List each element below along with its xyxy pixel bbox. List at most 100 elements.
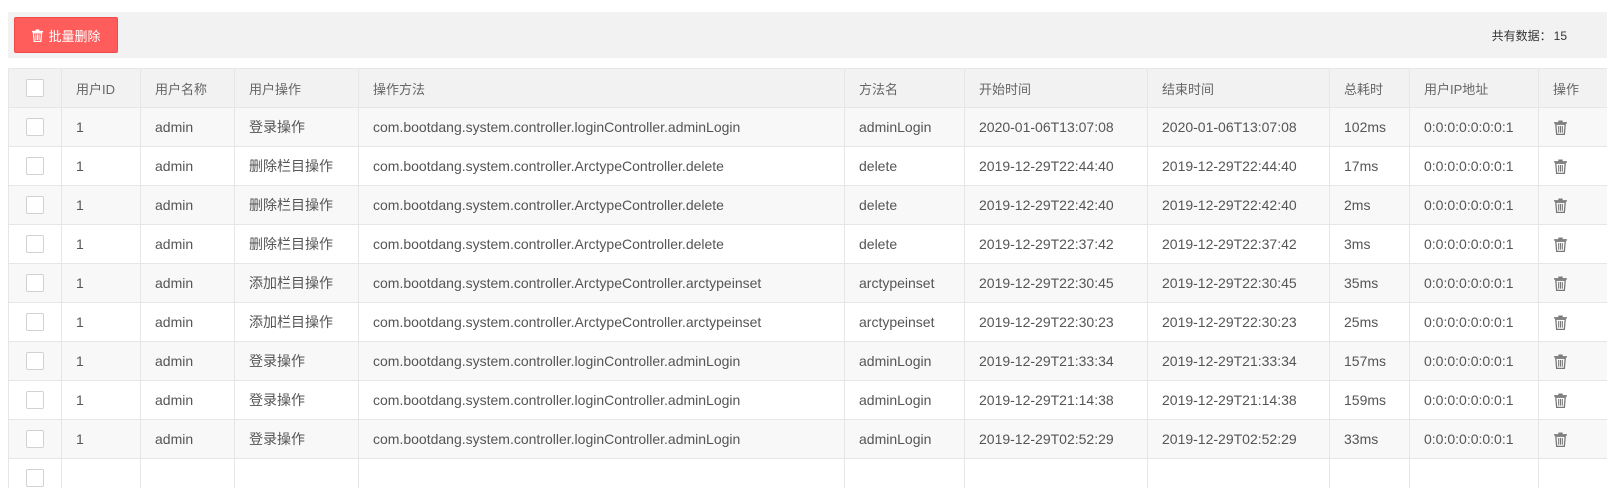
row-select-cell[interactable] bbox=[8, 185, 62, 225]
duration-cell: 33ms bbox=[1329, 419, 1410, 459]
method-cell: com.bootdang.system.controller.loginCont… bbox=[358, 341, 845, 381]
trash-icon[interactable] bbox=[1553, 432, 1568, 448]
method-cell bbox=[358, 458, 845, 488]
row-checkbox[interactable] bbox=[26, 313, 44, 332]
row-select-cell[interactable] bbox=[8, 341, 62, 381]
actions-cell bbox=[1538, 380, 1607, 420]
method-name-cell: arctypeinset bbox=[844, 263, 965, 303]
end-time-cell: 2020-01-06T13:07:08 bbox=[1147, 107, 1330, 147]
trash-icon[interactable] bbox=[1553, 315, 1568, 331]
duration-cell: 157ms bbox=[1329, 341, 1410, 381]
trash-icon[interactable] bbox=[1553, 354, 1568, 370]
method-name-cell: arctypeinset bbox=[844, 302, 965, 342]
operation-cell: 登录操作 bbox=[234, 380, 359, 420]
end-time-cell: 2019-12-29T22:44:40 bbox=[1147, 146, 1330, 186]
end-time-cell bbox=[1147, 458, 1330, 488]
start-time-cell: 2019-12-29T22:30:45 bbox=[964, 263, 1148, 303]
log-table: 用户ID 用户名称 用户操作 操作方法 方法名 开始时间 结束时间 总耗时 用户… bbox=[8, 68, 1607, 488]
user-id-cell: 1 bbox=[61, 224, 141, 264]
username-cell: admin bbox=[140, 146, 235, 186]
trash-icon[interactable] bbox=[1553, 159, 1568, 175]
table-row[interactable] bbox=[8, 458, 1607, 488]
trash-icon[interactable] bbox=[1553, 120, 1568, 136]
row-select-cell[interactable] bbox=[8, 146, 62, 186]
table-header-row: 用户ID 用户名称 用户操作 操作方法 方法名 开始时间 结束时间 总耗时 用户… bbox=[8, 68, 1607, 108]
method-name-cell: adminLogin bbox=[844, 419, 965, 459]
trash-icon[interactable] bbox=[1553, 237, 1568, 253]
username-cell: admin bbox=[140, 185, 235, 225]
row-checkbox[interactable] bbox=[26, 118, 44, 137]
user-id-cell: 1 bbox=[61, 341, 141, 381]
table-row[interactable]: 1 admin 登录操作 com.bootdang.system.controller… bbox=[8, 419, 1607, 459]
log-table-container: 用户ID 用户名称 用户操作 操作方法 方法名 开始时间 结束时间 总耗时 用户… bbox=[8, 68, 1607, 488]
ip-cell: 0:0:0:0:0:0:0:1 bbox=[1409, 263, 1539, 303]
start-time-cell: 2019-12-29T02:52:29 bbox=[964, 419, 1148, 459]
row-checkbox[interactable] bbox=[26, 469, 44, 488]
end-time-cell: 2019-12-29T22:37:42 bbox=[1147, 224, 1330, 264]
actions-cell bbox=[1538, 185, 1607, 225]
trash-icon[interactable] bbox=[1553, 198, 1568, 214]
table-row[interactable]: 1 admin 登录操作 com.bootdang.system.controller… bbox=[8, 341, 1607, 381]
row-checkbox[interactable] bbox=[26, 430, 44, 449]
row-select-cell[interactable] bbox=[8, 458, 62, 488]
table-row[interactable]: 1 admin 添加栏目操作 com.bootdang.system.controll… bbox=[8, 263, 1607, 303]
table-row[interactable]: 1 admin 删除栏目操作 com.bootdang.system.controll… bbox=[8, 146, 1607, 186]
column-header-start-time: 开始时间 bbox=[964, 68, 1148, 108]
duration-cell bbox=[1329, 458, 1410, 488]
method-cell: com.bootdang.system.controller.ArctypeCo… bbox=[358, 146, 845, 186]
user-id-cell bbox=[61, 458, 141, 488]
operation-cell: 删除栏目操作 bbox=[234, 185, 359, 225]
trash-icon[interactable] bbox=[1553, 276, 1568, 292]
actions-cell bbox=[1538, 341, 1607, 381]
start-time-cell: 2019-12-29T22:30:23 bbox=[964, 302, 1148, 342]
duration-cell: 159ms bbox=[1329, 380, 1410, 420]
table-row[interactable]: 1 admin 添加栏目操作 com.bootdang.system.controll… bbox=[8, 302, 1607, 342]
header-select-all[interactable] bbox=[8, 68, 62, 108]
method-cell: com.bootdang.system.controller.loginCont… bbox=[358, 419, 845, 459]
operation-cell: 添加栏目操作 bbox=[234, 263, 359, 303]
operation-cell: 登录操作 bbox=[234, 107, 359, 147]
batch-delete-button[interactable]: 批量删除 bbox=[14, 17, 118, 53]
row-checkbox[interactable] bbox=[26, 391, 44, 410]
table-row[interactable]: 1 admin 登录操作 com.bootdang.system.controller… bbox=[8, 380, 1607, 420]
actions-cell bbox=[1538, 224, 1607, 264]
duration-cell: 25ms bbox=[1329, 302, 1410, 342]
table-row[interactable]: 1 admin 登录操作 com.bootdang.system.controller… bbox=[8, 107, 1607, 147]
operation-cell: 删除栏目操作 bbox=[234, 224, 359, 264]
trash-icon[interactable] bbox=[1553, 393, 1568, 409]
start-time-cell: 2019-12-29T21:14:38 bbox=[964, 380, 1148, 420]
row-select-cell[interactable] bbox=[8, 224, 62, 264]
row-checkbox[interactable] bbox=[26, 274, 44, 293]
username-cell: admin bbox=[140, 107, 235, 147]
actions-cell bbox=[1538, 146, 1607, 186]
row-checkbox[interactable] bbox=[26, 352, 44, 371]
user-id-cell: 1 bbox=[61, 185, 141, 225]
row-select-cell[interactable] bbox=[8, 302, 62, 342]
total-value: 15 bbox=[1553, 29, 1567, 43]
end-time-cell: 2019-12-29T02:52:29 bbox=[1147, 419, 1330, 459]
row-select-cell[interactable] bbox=[8, 419, 62, 459]
row-checkbox[interactable] bbox=[26, 157, 44, 176]
column-header-end-time: 结束时间 bbox=[1147, 68, 1330, 108]
row-select-cell[interactable] bbox=[8, 263, 62, 303]
row-checkbox[interactable] bbox=[26, 196, 44, 215]
method-cell: com.bootdang.system.controller.ArctypeCo… bbox=[358, 263, 845, 303]
column-header-username: 用户名称 bbox=[140, 68, 235, 108]
trash-icon bbox=[31, 28, 44, 42]
table-row[interactable]: 1 admin 删除栏目操作 com.bootdang.system.controll… bbox=[8, 185, 1607, 225]
table-row[interactable]: 1 admin 删除栏目操作 com.bootdang.system.controll… bbox=[8, 224, 1607, 264]
table-body: 1 admin 登录操作 com.bootdang.system.controller… bbox=[8, 107, 1607, 488]
ip-cell: 0:0:0:0:0:0:0:1 bbox=[1409, 302, 1539, 342]
user-id-cell: 1 bbox=[61, 107, 141, 147]
actions-cell bbox=[1538, 107, 1607, 147]
username-cell: admin bbox=[140, 224, 235, 264]
total-count: 共有数据： 15 bbox=[1492, 27, 1567, 44]
method-name-cell: delete bbox=[844, 224, 965, 264]
duration-cell: 35ms bbox=[1329, 263, 1410, 303]
row-select-cell[interactable] bbox=[8, 107, 62, 147]
row-select-cell[interactable] bbox=[8, 380, 62, 420]
select-all-checkbox[interactable] bbox=[26, 79, 44, 97]
row-checkbox[interactable] bbox=[26, 235, 44, 254]
end-time-cell: 2019-12-29T22:30:23 bbox=[1147, 302, 1330, 342]
method-cell: com.bootdang.system.controller.loginCont… bbox=[358, 107, 845, 147]
